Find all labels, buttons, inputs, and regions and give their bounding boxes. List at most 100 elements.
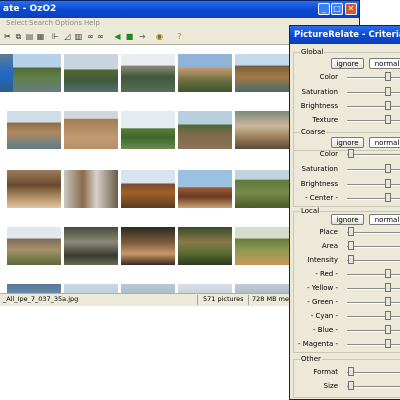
slider-track[interactable] [347, 154, 400, 156]
thumbnail[interactable] [7, 54, 61, 92]
thumbnail[interactable] [235, 227, 289, 265]
chart-icon[interactable]: ▥ [74, 32, 83, 41]
group-coarse: Coarse ignore normal Color Saturation Br… [293, 128, 400, 207]
thumbnail[interactable] [7, 227, 61, 265]
thumbnail[interactable] [235, 111, 289, 149]
slider-track[interactable] [347, 106, 400, 108]
menu-search[interactable]: Search [29, 19, 53, 27]
thumbnail[interactable] [64, 227, 118, 265]
cut-icon[interactable]: ✂ [3, 32, 12, 41]
thumbnail[interactable] [7, 111, 61, 149]
slider-thumb[interactable] [385, 72, 391, 81]
thumbnail[interactable] [178, 111, 232, 149]
slider-track[interactable] [347, 260, 400, 262]
properties-icon[interactable]: ▦ [36, 32, 45, 41]
row-label: - Yellow - [306, 284, 338, 292]
thumbnail[interactable] [121, 227, 175, 265]
slider-thumb[interactable] [385, 115, 391, 124]
status-bar: _All_Ipe_7_037_35a.jpg 571 pictures 728 … [0, 293, 302, 306]
slider-track[interactable] [347, 198, 400, 200]
thumbnail[interactable] [235, 284, 289, 293]
thumbnail[interactable] [0, 54, 13, 92]
slider-thumb[interactable] [348, 149, 354, 158]
thumbnail[interactable] [121, 284, 175, 293]
back-icon[interactable]: ◀ [113, 32, 122, 41]
help-icon[interactable]: ? [175, 32, 184, 41]
thumbnail[interactable] [121, 111, 175, 149]
eye-icon[interactable]: ◉ [155, 32, 164, 41]
stop-icon[interactable]: ■ [125, 32, 134, 41]
slider-track[interactable] [347, 386, 400, 388]
normal-button[interactable]: normal [369, 214, 400, 225]
status-count: 571 pictures [203, 295, 244, 303]
slider-track[interactable] [347, 330, 400, 332]
slider-thumb[interactable] [385, 311, 391, 320]
binoculars-icon[interactable]: ∞ [86, 32, 95, 41]
slider-thumb[interactable] [385, 179, 391, 188]
slider-track[interactable] [347, 120, 400, 122]
normal-button[interactable]: normal [369, 58, 400, 69]
slider-track[interactable] [347, 246, 400, 248]
row-label: Brightness [300, 102, 338, 110]
row-label: - Center - [304, 194, 338, 202]
normal-button[interactable]: normal [369, 137, 400, 148]
slider-thumb[interactable] [385, 339, 391, 348]
group-label: Local [300, 207, 321, 215]
thumbnail[interactable] [7, 284, 61, 293]
menu-select[interactable]: Select [6, 19, 28, 27]
slider-track[interactable] [347, 372, 400, 374]
ignore-button[interactable]: ignore [331, 214, 364, 225]
row-label: Format [313, 368, 338, 376]
thumbnail[interactable] [64, 54, 118, 92]
ignore-button[interactable]: ignore [331, 58, 364, 69]
slider-thumb[interactable] [348, 367, 354, 376]
slider-track[interactable] [347, 92, 400, 94]
slider-thumb[interactable] [348, 241, 354, 250]
thumbnail[interactable] [178, 54, 232, 92]
thumbnail[interactable] [235, 170, 289, 208]
thumbnail[interactable] [121, 54, 175, 92]
slider-track[interactable] [347, 302, 400, 304]
thumbnail[interactable] [178, 284, 232, 293]
paste-icon[interactable]: ▤ [25, 32, 34, 41]
maximize-button[interactable]: □ [331, 3, 343, 15]
slider-track[interactable] [347, 344, 400, 346]
slider-track[interactable] [347, 274, 400, 276]
slider-thumb[interactable] [385, 325, 391, 334]
thumbnail[interactable] [64, 284, 118, 293]
thumbnail[interactable] [178, 170, 232, 208]
slider-thumb[interactable] [385, 193, 391, 202]
forward-icon[interactable]: ➔ [138, 32, 147, 41]
ignore-button[interactable]: ignore [331, 137, 364, 148]
slider-thumb[interactable] [385, 269, 391, 278]
slider-thumb[interactable] [385, 87, 391, 96]
slider-track[interactable] [347, 232, 400, 234]
slider-thumb[interactable] [385, 164, 391, 173]
thumbnail[interactable] [178, 227, 232, 265]
slider-thumb[interactable] [385, 283, 391, 292]
row-label: Saturation [301, 165, 339, 173]
close-button[interactable]: ✕ [345, 3, 357, 15]
slider-thumb[interactable] [348, 227, 354, 236]
menu-help[interactable]: Help [84, 19, 100, 27]
thumbnail[interactable] [235, 54, 289, 92]
slider-track[interactable] [347, 184, 400, 186]
thumbnail[interactable] [7, 170, 61, 208]
binoculars-next-icon[interactable]: ∞ [96, 32, 105, 41]
thumbnail[interactable] [121, 170, 175, 208]
slider-track[interactable] [347, 169, 400, 171]
slider-thumb[interactable] [385, 297, 391, 306]
slider-thumb[interactable] [385, 101, 391, 110]
copy-icon[interactable]: ⧉ [14, 32, 23, 41]
slider-thumb[interactable] [348, 255, 354, 264]
slope-icon[interactable]: ◿ [63, 32, 72, 41]
slider-track[interactable] [347, 288, 400, 290]
minimize-button[interactable]: _ [318, 3, 330, 15]
slider-thumb[interactable] [348, 381, 354, 390]
thumbnail[interactable] [64, 170, 118, 208]
thumbnail[interactable] [64, 111, 118, 149]
menu-options[interactable]: Options [55, 19, 82, 27]
slider-track[interactable] [347, 77, 400, 79]
sort-icon[interactable]: ⊩ [51, 32, 60, 41]
slider-track[interactable] [347, 316, 400, 318]
